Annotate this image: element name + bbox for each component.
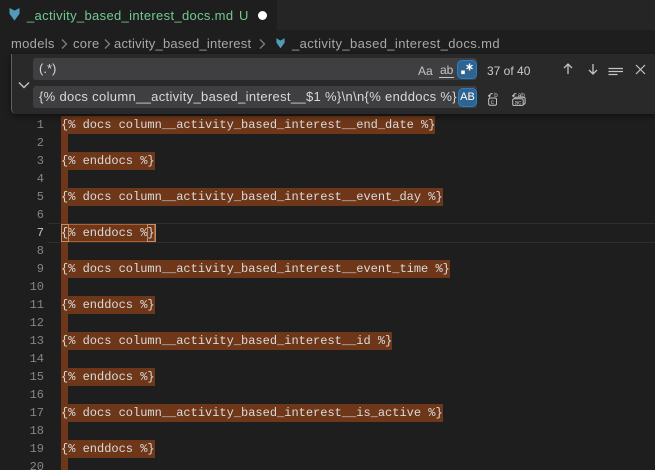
svg-text:ac: ac [515, 99, 523, 106]
svg-text:ab: ab [518, 92, 526, 99]
svg-text:c: c [491, 98, 495, 105]
svg-text:b: b [494, 92, 498, 99]
